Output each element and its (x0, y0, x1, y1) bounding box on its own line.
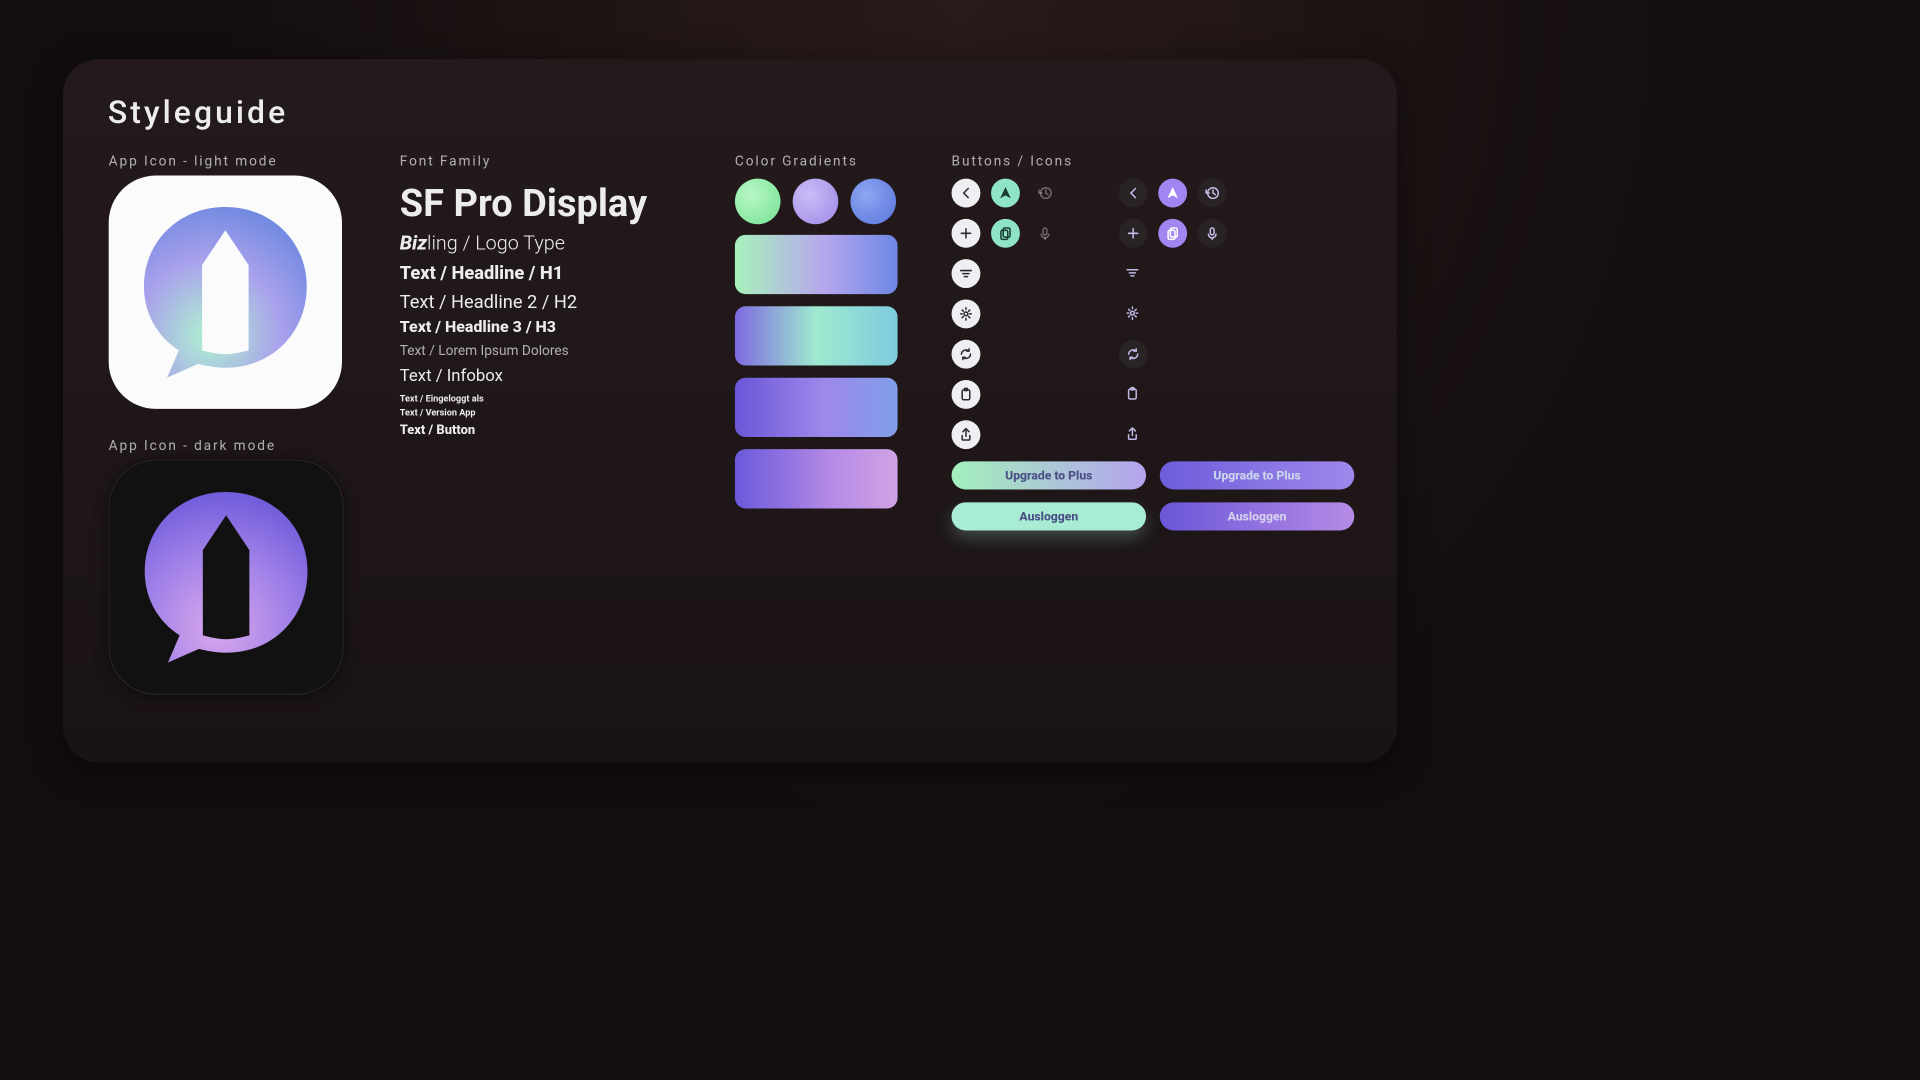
history-button-light[interactable] (1031, 179, 1060, 208)
app-icons-column: App Icon - light mode App Icon - dark mo… (109, 154, 344, 695)
pill-buttons-dark: Upgrade to Plus Ausloggen (1160, 461, 1355, 530)
font-name: SF Pro Display (400, 182, 647, 226)
styleguide-panel: Styleguide App Icon - light mode App Ic (63, 59, 1397, 762)
paste-icon-dark[interactable] (1119, 380, 1148, 409)
logout-button-dark[interactable]: Ausloggen (1160, 502, 1355, 530)
logged-in-text-sample: Text / Eingeloggt als (400, 393, 647, 404)
swatch-lavender (793, 179, 839, 225)
send-button-dark[interactable] (1158, 179, 1187, 208)
buttons-icons-label: Buttons / Icons (952, 154, 1355, 170)
settings-icon-dark[interactable] (1119, 299, 1148, 328)
swatch-blue (850, 179, 896, 225)
add-button-dark[interactable] (1119, 219, 1148, 248)
color-gradients-label: Color Gradients (735, 154, 898, 170)
refresh-button-light[interactable] (952, 340, 981, 369)
filter-icon-dark[interactable] (1119, 259, 1148, 288)
color-swatches (735, 179, 898, 225)
gradient-bar-2 (735, 306, 898, 365)
headline-2-sample: Text / Headline 2 / H2 (400, 291, 647, 312)
app-icon-dark-label: App Icon - dark mode (109, 438, 344, 454)
gradient-bar-4 (735, 449, 898, 508)
app-icon-dark (109, 460, 344, 695)
logo-dark (129, 480, 323, 674)
upgrade-button-light[interactable]: Upgrade to Plus (952, 461, 1147, 489)
mic-button-light[interactable] (1031, 219, 1060, 248)
paste-button-light[interactable] (952, 380, 981, 409)
icon-set-light (952, 179, 1060, 450)
gradient-bar-3 (735, 378, 898, 437)
version-text-sample: Text / Version App (400, 407, 647, 418)
logo-type-sample: Bizling / Logo Type (400, 232, 647, 255)
page-title: Styleguide (108, 94, 288, 131)
infobox-text-sample: Text / Infobox (400, 366, 647, 385)
share-button-light[interactable] (952, 420, 981, 449)
logo-light (128, 195, 322, 389)
back-button-light[interactable] (952, 179, 981, 208)
send-button-light[interactable] (991, 179, 1020, 208)
logout-button-light[interactable]: Ausloggen (952, 502, 1147, 530)
headline-3-sample: Text / Headline 3 / H3 (400, 318, 647, 336)
app-icon-light-label: App Icon - light mode (109, 154, 344, 170)
upgrade-button-dark[interactable]: Upgrade to Plus (1160, 461, 1355, 489)
share-icon-dark[interactable] (1119, 420, 1148, 449)
pill-buttons-light: Upgrade to Plus Ausloggen (952, 461, 1147, 530)
mic-button-dark[interactable] (1198, 219, 1227, 248)
settings-button-light[interactable] (952, 299, 981, 328)
copy-button-dark[interactable] (1158, 219, 1187, 248)
copy-button-light[interactable] (991, 219, 1020, 248)
app-icon-light (109, 176, 342, 409)
swatch-green (735, 179, 781, 225)
font-family-label: Font Family (400, 154, 647, 170)
gradient-bar-1 (735, 235, 898, 294)
history-button-dark[interactable] (1198, 179, 1227, 208)
refresh-button-dark[interactable] (1119, 340, 1148, 369)
button-text-sample: Text / Button (400, 423, 647, 438)
icon-set-dark (1119, 179, 1227, 450)
color-gradients-column: Color Gradients (735, 154, 898, 521)
typography-column: Font Family SF Pro Display Bizling / Log… (400, 154, 647, 443)
add-button-light[interactable] (952, 219, 981, 248)
body-text-sample: Text / Lorem Ipsum Dolores (400, 343, 647, 359)
headline-1-sample: Text / Headline / H1 (400, 262, 647, 283)
back-button-dark[interactable] (1119, 179, 1148, 208)
filter-button-light[interactable] (952, 259, 981, 288)
buttons-icons-column: Buttons / Icons (952, 154, 1355, 531)
